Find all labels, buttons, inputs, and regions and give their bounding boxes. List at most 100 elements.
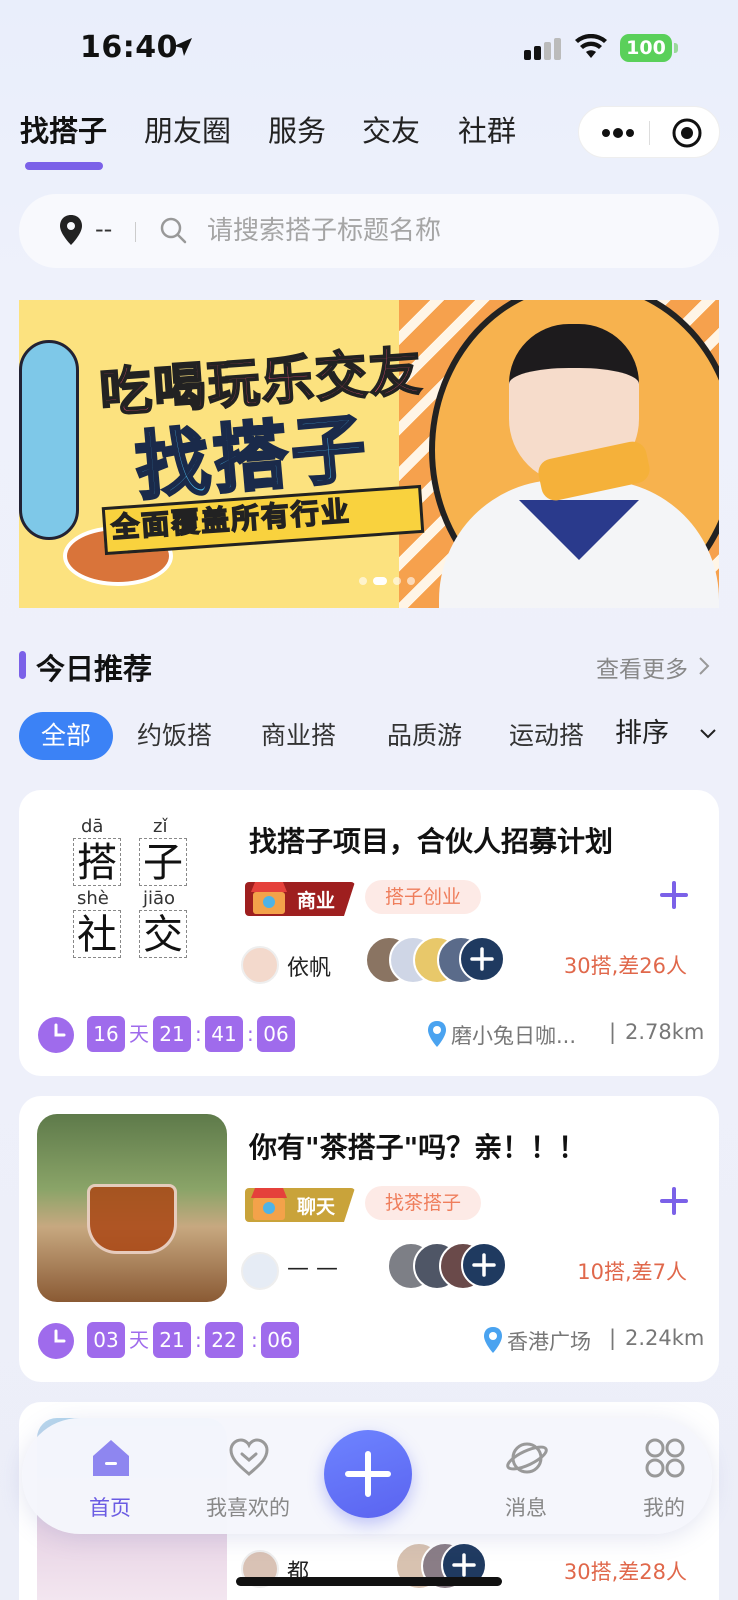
store-icon [251,1188,287,1220]
char-cell: 子 [139,838,187,886]
tab-make-friends[interactable]: 交友 [362,108,420,150]
partner-card[interactable]: 你有"茶搭子"吗？亲！！！ 聊天 找茶搭子 — — 10搭,差7人 03 天 2… [19,1096,719,1382]
promo-banner[interactable]: 吃喝玩乐交友 找搭子 全面覆盖所有行业 [19,300,719,608]
location-pin-icon [484,1327,502,1353]
category-chips: 全部 约饭搭 商业搭 品质游 运动搭 排序 [19,712,719,764]
type-badge-label: 商业 [297,890,336,912]
member-avatars[interactable] [387,1242,517,1292]
member-add-button[interactable] [459,936,505,982]
chip-clip: 运动搭 [509,712,589,760]
countdown-day-unit: 天 [129,1328,149,1352]
avatar[interactable] [241,946,279,984]
countdown-days: 03 [87,1322,125,1358]
tag-chip: 找茶搭子 [365,1186,482,1220]
banner-dot-active [373,577,387,585]
more-icon[interactable] [601,124,635,142]
tab-moments[interactable]: 朋友圈 [144,108,231,150]
home-icon [93,1440,129,1476]
miniprogram-capsule [578,106,720,158]
tab-messages[interactable]: 消息 [466,1418,586,1534]
chip-travel[interactable]: 品质游 [387,712,462,760]
clock-icon [38,1323,74,1359]
banner-dot [407,577,415,585]
battery-indicator: 100 [620,34,672,62]
join-plus-icon[interactable] [659,1186,689,1216]
tab-find-partner[interactable]: 找搭子 [20,108,107,150]
pinyin-label: zǐ [153,816,168,837]
plus-icon [470,947,494,971]
tab-profile[interactable]: 我的 [604,1418,724,1534]
member-count: 30搭,差26人 [563,954,687,978]
banner-dot [393,577,401,585]
chevron-right-icon[interactable] [698,656,710,676]
battery-cap [674,43,678,53]
sort-button[interactable]: 排序 [615,712,669,756]
user-name[interactable]: 依帆 [287,950,331,982]
plus-icon [472,1253,496,1277]
tab-community[interactable]: 社群 [458,108,516,150]
chip-sports[interactable]: 运动搭 [509,712,584,760]
tab-services[interactable]: 服务 [268,108,326,150]
chip-business[interactable]: 商业搭 [261,712,336,760]
countdown-seconds: 06 [257,1016,295,1052]
card-thumbnail [37,1114,227,1302]
member-avatars[interactable] [365,936,515,986]
capsule-divider [649,121,650,145]
countdown-seconds: 06 [261,1322,299,1358]
store-icon [251,882,287,914]
search-icon [160,217,187,244]
banner-pagination [359,570,421,589]
tab-label: 我喜欢的 [206,1496,290,1520]
planet-icon [506,1442,548,1474]
current-location[interactable]: -- [95,215,112,243]
countdown-sep: : [195,1022,202,1046]
countdown-day-unit: 天 [129,1022,149,1046]
location-arrow-icon [174,38,192,56]
countdown-minutes: 41 [205,1016,243,1052]
chip-all[interactable]: 全部 [19,712,114,760]
home-indicator[interactable] [236,1577,502,1586]
countdown-days: 16 [87,1016,125,1052]
char-cell: 交 [139,910,187,958]
tab-label: 消息 [505,1496,547,1520]
tab-home[interactable]: 首页 [50,1418,170,1534]
publish-button[interactable] [324,1430,412,1518]
countdown-minutes: 22 [205,1322,243,1358]
card-title[interactable]: 找搭子项目，合伙人招募计划 [249,820,613,860]
user-name[interactable]: — — [287,1256,338,1281]
search-bar: -- [19,194,719,268]
card-title[interactable]: 你有"茶搭子"吗？亲！！！ [249,1126,586,1166]
countdown-hours: 21 [153,1322,191,1358]
wifi-icon [575,34,607,58]
location-pin-icon [428,1021,446,1047]
card-thumbnail: dā zǐ 搭 子 shè jiāo 社 交 [37,808,227,996]
pinyin-label: dā [81,816,104,837]
place-name[interactable]: 磨小兔日咖... [451,1020,576,1050]
distance: 2.24km [625,1326,705,1350]
see-more-link[interactable]: 查看更多 [596,650,688,684]
section-accent-bar [19,651,26,679]
chevron-down-icon[interactable] [699,728,717,740]
member-add-button[interactable] [461,1242,507,1288]
join-plus-icon[interactable] [659,880,689,910]
tab-favorites[interactable]: 我喜欢的 [188,1418,308,1534]
chip-dining[interactable]: 约饭搭 [137,712,212,760]
location-pin-icon[interactable] [59,214,83,246]
countdown-sep: : [247,1022,254,1046]
avatar[interactable] [241,1252,279,1290]
place-name[interactable]: 香港广场 [507,1326,591,1356]
member-count: 10搭,差7人 [577,1260,687,1284]
search-input[interactable] [207,212,667,250]
signal-icon [524,38,561,60]
tag-chip: 搭子创业 [365,880,482,914]
banner-boy-illustration [19,340,79,540]
close-miniprogram-icon[interactable] [671,117,703,149]
countdown-hours: 21 [153,1016,191,1052]
clock-icon [38,1017,74,1053]
type-badge-label: 聊天 [297,1196,336,1218]
add-icon [345,1451,391,1497]
type-badge: 聊天 [245,1186,355,1224]
partner-card[interactable]: dā zǐ 搭 子 shè jiāo 社 交 找搭子项目，合伙人招募计划 商业 … [19,790,719,1076]
type-badge: 商业 [245,880,355,918]
member-count: 30搭,差28人 [563,1560,687,1584]
